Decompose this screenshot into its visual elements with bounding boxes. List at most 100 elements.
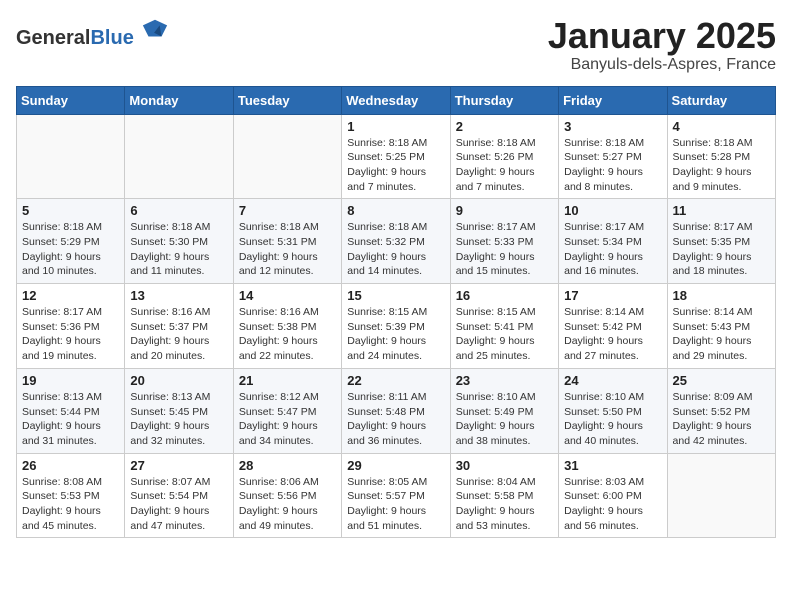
day-number: 16 [456,288,553,303]
day-number: 24 [564,373,661,388]
calendar-cell: 6Sunrise: 8:18 AMSunset: 5:30 PMDaylight… [125,199,233,284]
day-number: 21 [239,373,336,388]
day-number: 9 [456,203,553,218]
calendar-cell: 15 Sunrise: 8:15 AMSunset: 5:39 PMDayligh… [342,284,450,369]
calendar-cell: 2 Sunrise: 8:18 AMSunset: 5:26 PMDaylight… [450,114,558,199]
day-number: 7 [239,203,336,218]
calendar-cell: 16 Sunrise: 8:15 AMSunset: 5:41 PMDayligh… [450,284,558,369]
day-number: 4 [673,119,770,134]
calendar-cell: 8Sunrise: 8:18 AMSunset: 5:32 PMDaylight… [342,199,450,284]
weekday-header-monday: Monday [125,86,233,114]
logo-blue-text: Blue [90,27,133,49]
day-number: 20 [130,373,227,388]
day-number: 19 [22,373,119,388]
day-info: Sunrise: 8:13 AMSunset: 5:44 PMDaylight:… [22,390,119,449]
calendar-cell: 4 Sunrise: 8:18 AMSunset: 5:28 PMDaylight… [667,114,775,199]
calendar-cell: 17 Sunrise: 8:14 AMSunset: 5:42 PMDayligh… [559,284,667,369]
calendar-cell: 19 Sunrise: 8:13 AMSunset: 5:44 PMDayligh… [17,368,125,453]
weekday-header-row: SundayMondayTuesdayWednesdayThursdayFrid… [17,86,776,114]
day-info: Sunrise: 8:17 AMSunset: 5:36 PMDaylight:… [22,305,119,364]
calendar-cell: 14 Sunrise: 8:16 AMSunset: 5:38 PMDayligh… [233,284,341,369]
weekday-header-friday: Friday [559,86,667,114]
calendar-cell: 20 Sunrise: 8:13 AMSunset: 5:45 PMDayligh… [125,368,233,453]
day-number: 1 [347,119,444,134]
day-info: Sunrise: 8:18 AMSunset: 5:28 PMDaylight:… [673,136,770,195]
calendar-cell: 31Sunrise: 8:03 AMSunset: 6:00 PMDayligh… [559,453,667,538]
day-info: Sunrise: 8:03 AMSunset: 6:00 PMDaylight:… [564,475,661,534]
calendar-week-2: 5 Sunrise: 8:18 AMSunset: 5:29 PMDaylight… [17,199,776,284]
day-number: 18 [673,288,770,303]
day-info: Sunrise: 8:11 AMSunset: 5:48 PMDaylight:… [347,390,444,449]
day-info: Sunrise: 8:17 AMSunset: 5:33 PMDaylight:… [456,220,553,279]
calendar-cell: 23Sunrise: 8:10 AMSunset: 5:49 PMDayligh… [450,368,558,453]
calendar-cell: 11Sunrise: 8:17 AMSunset: 5:35 PMDayligh… [667,199,775,284]
day-info: Sunrise: 8:07 AMSunset: 5:54 PMDaylight:… [130,475,227,534]
day-info: Sunrise: 8:18 AMSunset: 5:26 PMDaylight:… [456,136,553,195]
calendar-week-1: 1 Sunrise: 8:18 AMSunset: 5:25 PMDaylight… [17,114,776,199]
calendar-cell: 27 Sunrise: 8:07 AMSunset: 5:54 PMDayligh… [125,453,233,538]
calendar-cell: 13 Sunrise: 8:16 AMSunset: 5:37 PMDayligh… [125,284,233,369]
calendar-table: SundayMondayTuesdayWednesdayThursdayFrid… [16,86,776,539]
day-info: Sunrise: 8:04 AMSunset: 5:58 PMDaylight:… [456,475,553,534]
day-info: Sunrise: 8:18 AMSunset: 5:25 PMDaylight:… [347,136,444,195]
calendar-cell: 30 Sunrise: 8:04 AMSunset: 5:58 PMDayligh… [450,453,558,538]
day-info: Sunrise: 8:15 AMSunset: 5:39 PMDaylight:… [347,305,444,364]
day-number: 2 [456,119,553,134]
day-number: 12 [22,288,119,303]
logo-general-text: General [16,27,90,49]
day-info: Sunrise: 8:18 AMSunset: 5:32 PMDaylight:… [347,220,444,279]
calendar-week-5: 26 Sunrise: 8:08 AMSunset: 5:53 PMDayligh… [17,453,776,538]
weekday-header-sunday: Sunday [17,86,125,114]
day-info: Sunrise: 8:10 AMSunset: 5:50 PMDaylight:… [564,390,661,449]
calendar-cell: 12 Sunrise: 8:17 AMSunset: 5:36 PMDayligh… [17,284,125,369]
day-number: 11 [673,203,770,218]
location: Banyuls-dels-Aspres, France [548,56,776,74]
day-info: Sunrise: 8:17 AMSunset: 5:34 PMDaylight:… [564,220,661,279]
day-info: Sunrise: 8:14 AMSunset: 5:42 PMDaylight:… [564,305,661,364]
day-info: Sunrise: 8:09 AMSunset: 5:52 PMDaylight:… [673,390,770,449]
calendar-week-4: 19 Sunrise: 8:13 AMSunset: 5:44 PMDayligh… [17,368,776,453]
day-number: 23 [456,373,553,388]
day-info: Sunrise: 8:05 AMSunset: 5:57 PMDaylight:… [347,475,444,534]
weekday-header-thursday: Thursday [450,86,558,114]
day-number: 5 [22,203,119,218]
day-number: 28 [239,458,336,473]
day-number: 14 [239,288,336,303]
page-header: GeneralBlue January 2025 Banyuls-dels-As… [16,16,776,74]
day-info: Sunrise: 8:15 AMSunset: 5:41 PMDaylight:… [456,305,553,364]
day-info: Sunrise: 8:12 AMSunset: 5:47 PMDaylight:… [239,390,336,449]
day-info: Sunrise: 8:16 AMSunset: 5:38 PMDaylight:… [239,305,336,364]
day-number: 29 [347,458,444,473]
weekday-header-wednesday: Wednesday [342,86,450,114]
day-number: 15 [347,288,444,303]
day-info: Sunrise: 8:14 AMSunset: 5:43 PMDaylight:… [673,305,770,364]
day-info: Sunrise: 8:18 AMSunset: 5:31 PMDaylight:… [239,220,336,279]
day-number: 30 [456,458,553,473]
calendar-cell: 5 Sunrise: 8:18 AMSunset: 5:29 PMDaylight… [17,199,125,284]
title-block: January 2025 Banyuls-dels-Aspres, France [548,16,776,74]
calendar-cell: 1 Sunrise: 8:18 AMSunset: 5:25 PMDaylight… [342,114,450,199]
day-info: Sunrise: 8:13 AMSunset: 5:45 PMDaylight:… [130,390,227,449]
day-info: Sunrise: 8:18 AMSunset: 5:29 PMDaylight:… [22,220,119,279]
weekday-header-saturday: Saturday [667,86,775,114]
weekday-header-tuesday: Tuesday [233,86,341,114]
day-info: Sunrise: 8:08 AMSunset: 5:53 PMDaylight:… [22,475,119,534]
day-number: 27 [130,458,227,473]
calendar-cell: 22Sunrise: 8:11 AMSunset: 5:48 PMDayligh… [342,368,450,453]
day-number: 13 [130,288,227,303]
calendar-cell [233,114,341,199]
calendar-cell: 25Sunrise: 8:09 AMSunset: 5:52 PMDayligh… [667,368,775,453]
day-number: 17 [564,288,661,303]
day-number: 10 [564,203,661,218]
calendar-cell: 10 Sunrise: 8:17 AMSunset: 5:34 PMDayligh… [559,199,667,284]
calendar-cell: 9 Sunrise: 8:17 AMSunset: 5:33 PMDaylight… [450,199,558,284]
calendar-cell [667,453,775,538]
calendar-body: 1 Sunrise: 8:18 AMSunset: 5:25 PMDaylight… [17,114,776,538]
day-info: Sunrise: 8:18 AMSunset: 5:30 PMDaylight:… [130,220,227,279]
day-number: 26 [22,458,119,473]
month-title: January 2025 [548,16,776,56]
calendar-cell: 24 Sunrise: 8:10 AMSunset: 5:50 PMDayligh… [559,368,667,453]
calendar-week-3: 12 Sunrise: 8:17 AMSunset: 5:36 PMDayligh… [17,284,776,369]
calendar-cell [17,114,125,199]
day-info: Sunrise: 8:16 AMSunset: 5:37 PMDaylight:… [130,305,227,364]
